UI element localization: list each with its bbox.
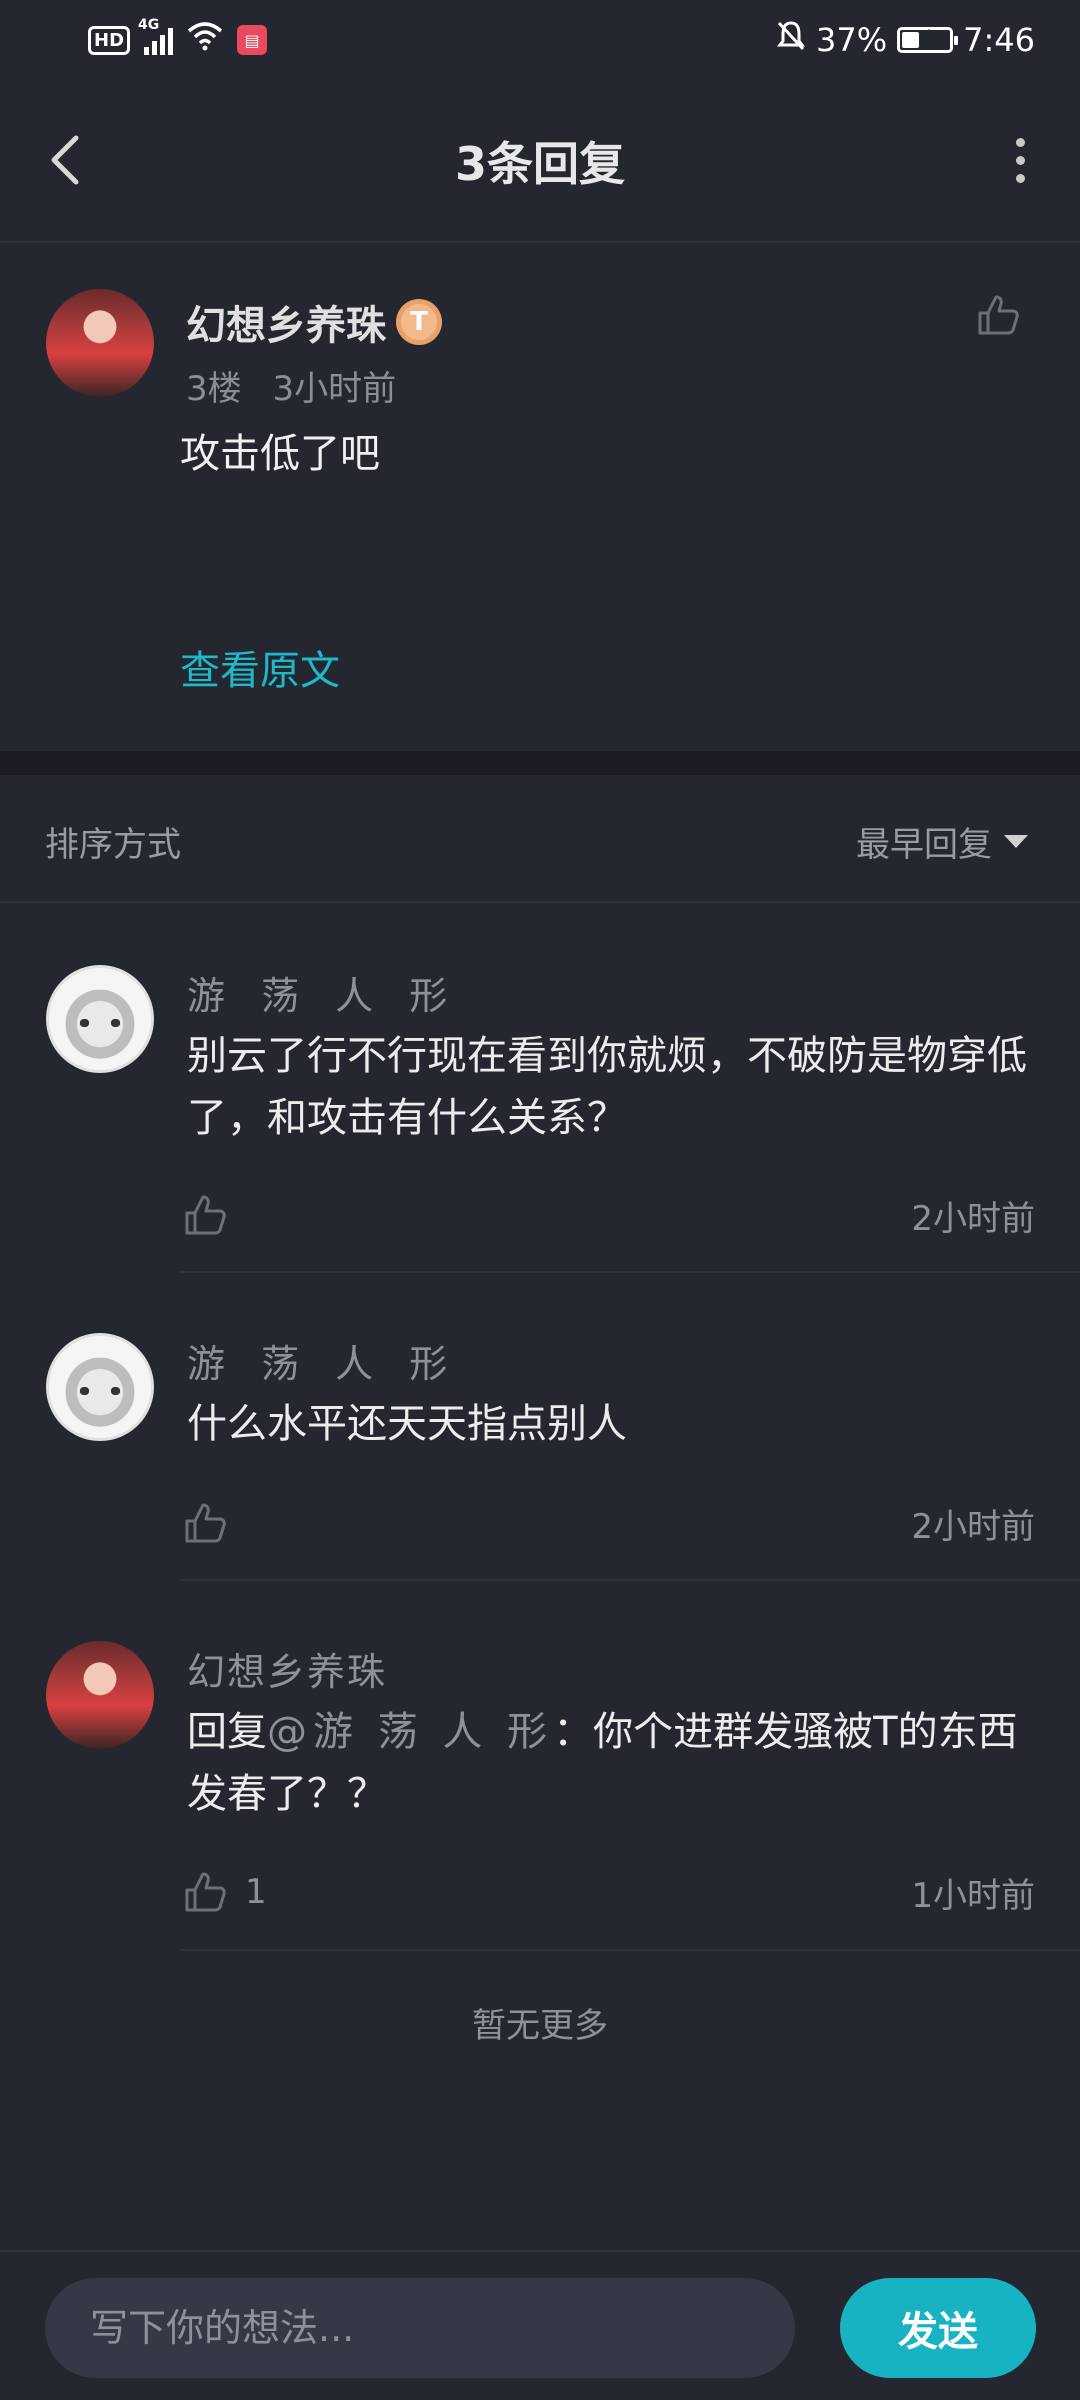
- like-count: 1: [245, 1872, 267, 1912]
- no-more-label: 暂无更多: [472, 2006, 608, 2046]
- status-left: HD 4G ▤: [88, 17, 268, 59]
- reply-text: 回复@游 荡 人 形：你个进群发骚被T的东西发春了？？: [187, 1701, 1037, 1825]
- thumbs-up-icon: [185, 1872, 226, 1912]
- top-app-bar: 3条回复: [0, 80, 1080, 243]
- reply-footer: 2小时前: [183, 1190, 1035, 1240]
- avatar[interactable]: [46, 1641, 154, 1749]
- sort-selected-value: 最早回复: [856, 825, 992, 865]
- reply-author[interactable]: 游 荡 人 形: [187, 1333, 459, 1388]
- battery-icon: ⚡: [897, 26, 959, 53]
- reply-text: 别云了行不行现在看到你就烦，不破防是物穿低了，和攻击有什么关系？: [187, 1033, 1027, 1141]
- main-comment: 幻想乡养珠 T 3楼 3小时前 攻击低了吧 查看原文: [0, 243, 1080, 751]
- sort-label: 排序方式: [45, 825, 181, 865]
- app-notification-icon: ▤: [237, 25, 268, 55]
- like-button[interactable]: 1: [183, 1870, 267, 1914]
- main-comment-text: 攻击低了吧: [180, 431, 380, 477]
- page-title: 3条回复: [454, 137, 625, 191]
- reply-author[interactable]: 幻想乡养珠: [187, 1641, 387, 1696]
- main-comment-meta: 3楼 3小时前: [186, 361, 396, 410]
- view-original-link[interactable]: 查看原文: [180, 638, 340, 696]
- reply-time: 2小时前: [911, 1198, 1035, 1239]
- sort-row: 排序方式 最早回复: [0, 775, 1080, 903]
- author-name: 幻想乡养珠: [186, 303, 386, 349]
- avatar[interactable]: [46, 289, 154, 397]
- caret-down-icon: [1004, 835, 1028, 848]
- like-button[interactable]: [183, 1193, 245, 1237]
- thumbs-up-icon: [185, 1195, 226, 1235]
- reply-footer: 1 1小时前: [183, 1867, 1035, 1917]
- send-button[interactable]: 发送: [840, 2278, 1036, 2378]
- floor-number: 3楼: [186, 369, 242, 409]
- reply-footer: 2小时前: [183, 1498, 1035, 1548]
- status-bar: HD 4G ▤ 37% ⚡ 7:46: [0, 0, 1080, 80]
- avatar[interactable]: [46, 965, 154, 1073]
- reply-prefix: 回复: [187, 1709, 267, 1755]
- comment-composer: 发送: [0, 2250, 1080, 2400]
- reply-item: 幻想乡养珠 回复@游 荡 人 形：你个进群发骚被T的东西发春了？？ 1 1小时前: [0, 1601, 1080, 1951]
- divider: [180, 1271, 1080, 1273]
- mute-bell-icon: [776, 20, 806, 60]
- reply-item: 游 荡 人 形 什么水平还天天指点别人 2小时前: [0, 1293, 1080, 1581]
- section-divider: [0, 751, 1080, 775]
- comment-input[interactable]: [45, 2278, 795, 2378]
- clock: 7:46: [963, 21, 1035, 59]
- reply-item: 游 荡 人 形 别云了行不行现在看到你就烦，不破防是物穿低了，和攻击有什么关系？…: [0, 925, 1080, 1273]
- wifi-icon: [187, 21, 223, 59]
- like-button[interactable]: [183, 1501, 245, 1545]
- thumbs-up-icon[interactable]: [976, 293, 1020, 341]
- network-type-label: 4G: [138, 17, 160, 33]
- reply-time: 2小时前: [911, 1506, 1035, 1547]
- cellular-signal-icon: 4G: [138, 17, 174, 55]
- hd-icon: HD: [88, 25, 131, 55]
- reply-time: 1小时前: [911, 1875, 1035, 1916]
- sort-dropdown[interactable]: 最早回复: [856, 817, 1028, 866]
- battery-percent: 37%: [816, 21, 888, 59]
- level-badge: T: [396, 299, 442, 345]
- divider: [180, 1579, 1080, 1581]
- mention-link[interactable]: @游 荡 人 形: [267, 1709, 553, 1755]
- reply-text: 什么水平还天天指点别人: [187, 1401, 627, 1447]
- main-comment-author[interactable]: 幻想乡养珠 T: [186, 293, 442, 351]
- divider: [180, 1949, 1080, 1951]
- avatar[interactable]: [46, 1333, 154, 1441]
- post-time: 3小时前: [272, 369, 397, 409]
- more-options-icon[interactable]: [1000, 130, 1040, 190]
- status-right: 37% ⚡ 7:46: [776, 20, 1035, 60]
- charging-bolt-icon: ⚡: [918, 26, 932, 47]
- reply-author[interactable]: 游 荡 人 形: [187, 965, 459, 1020]
- thumbs-up-icon: [185, 1503, 226, 1543]
